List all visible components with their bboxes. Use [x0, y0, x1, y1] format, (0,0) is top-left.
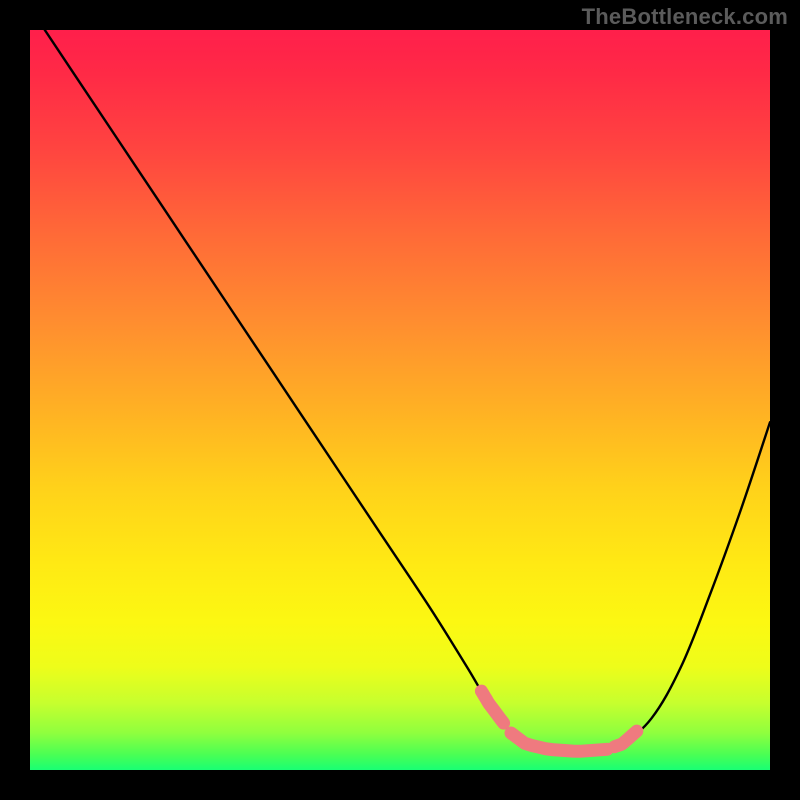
pink-segment [481, 691, 503, 723]
plot-area [30, 30, 770, 770]
bottleneck-curve [45, 30, 770, 752]
pink-segment [511, 733, 607, 751]
watermark-text: TheBottleneck.com [582, 4, 788, 30]
curve-layer [30, 30, 770, 770]
chart-frame: TheBottleneck.com [0, 0, 800, 800]
optimal-range-marker [481, 691, 636, 751]
pink-segment [615, 731, 637, 747]
